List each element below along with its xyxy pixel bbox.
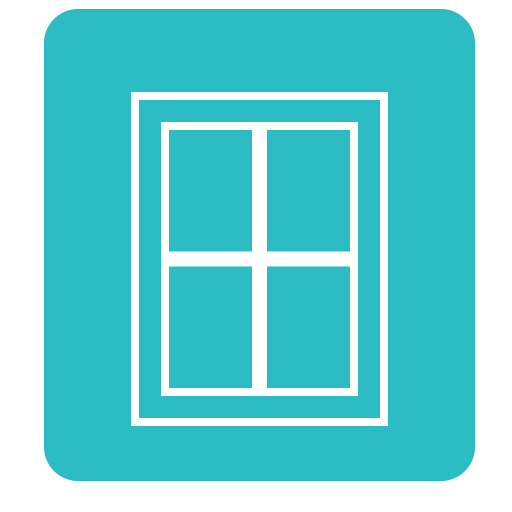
app-icon-canvas [0, 0, 512, 512]
window-icon [131, 92, 388, 426]
app-tile[interactable] [44, 9, 475, 481]
